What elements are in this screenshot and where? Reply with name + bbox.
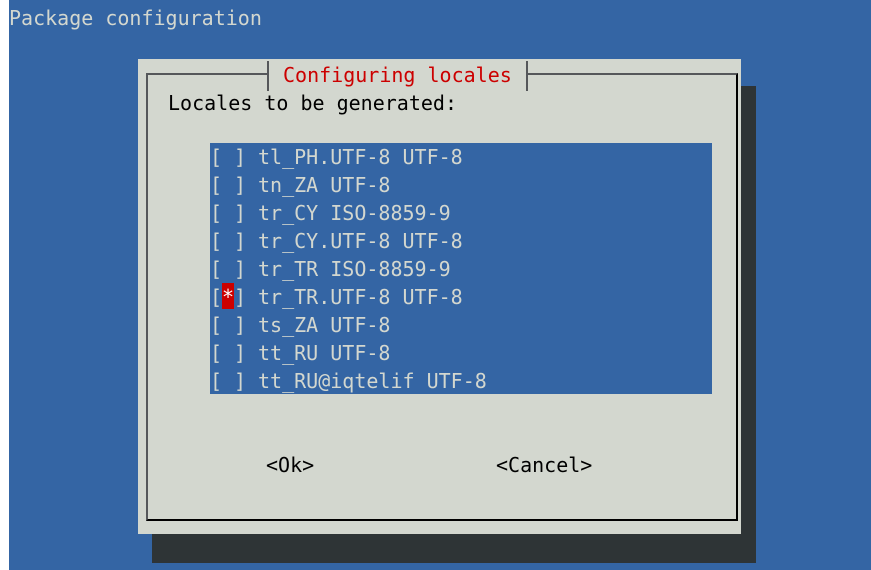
backtitle: Package configuration <box>9 6 262 30</box>
cancel-button[interactable]: <Cancel> <box>496 449 592 481</box>
checkbox-mark <box>222 171 234 197</box>
checkbox-mark <box>222 199 234 225</box>
checkbox-open-bracket: [ <box>210 341 223 365</box>
locale-label: tr_CY.UTF-8 UTF-8 <box>258 229 463 253</box>
checkbox-open-bracket: [ <box>210 145 223 169</box>
list-item[interactable]: [ ] tn_ZA UTF-8 <box>210 171 712 199</box>
locale-checkbox[interactable]: [ ] <box>210 255 258 283</box>
list-item[interactable]: [ ] tt_RU@iqtelif UTF-8 <box>210 367 712 395</box>
checkbox-mark <box>222 143 234 169</box>
locale-checkbox[interactable]: [ ] <box>210 311 258 339</box>
checkbox-gap <box>246 283 258 311</box>
locale-checkbox[interactable]: [ ] <box>210 143 258 171</box>
checkbox-open-bracket: [ <box>210 257 223 281</box>
list-item[interactable]: [ ] tl_PH.UTF-8 UTF-8 <box>210 143 712 171</box>
locale-label: tt_RU@iqtelif UTF-8 <box>258 369 487 393</box>
list-item[interactable]: [ ] tr_CY ISO-8859-9 <box>210 199 712 227</box>
checkbox-close-bracket: ] <box>234 229 247 253</box>
ok-button[interactable]: <Ok> <box>266 449 314 481</box>
locale-checklist[interactable]: [ ] tl_PH.UTF-8 UTF-8[ ] tn_ZA UTF-8[ ] tr_… <box>210 143 712 394</box>
locale-label: tr_TR ISO-8859-9 <box>258 257 451 281</box>
checkbox-mark <box>222 311 234 337</box>
checkbox-mark <box>222 255 234 281</box>
locale-checkbox[interactable]: [ ] <box>210 367 258 395</box>
checkbox-close-bracket: ] <box>234 145 247 169</box>
list-item[interactable]: [ ] tr_CY.UTF-8 UTF-8 <box>210 227 712 255</box>
checkbox-close-bracket: ] <box>234 341 247 365</box>
checkbox-close-bracket: ] <box>234 257 247 281</box>
dialog-buttons: <Ok> <Cancel> <box>138 449 741 481</box>
checkbox-gap <box>246 199 258 227</box>
locale-label: tr_CY ISO-8859-9 <box>258 201 451 225</box>
locale-label: ts_ZA UTF-8 <box>258 313 391 337</box>
locale-checkbox[interactable]: [ ] <box>210 339 258 367</box>
checkbox-gap <box>246 171 258 199</box>
locale-label: tt_RU UTF-8 <box>258 341 391 365</box>
dialog-title: Configuring locales <box>267 61 528 91</box>
checkbox-open-bracket: [ <box>210 173 223 197</box>
checkbox-open-bracket: [ <box>210 313 223 337</box>
checkbox-open-bracket: [ <box>210 201 223 225</box>
checkbox-gap <box>246 255 258 283</box>
checkbox-close-bracket: ] <box>234 285 247 309</box>
list-item[interactable]: [ ] ts_ZA UTF-8 <box>210 311 712 339</box>
dialog-prompt: Locales to be generated: <box>168 91 457 115</box>
checkbox-open-bracket: [ <box>210 229 223 253</box>
list-item[interactable]: [*] tr_TR.UTF-8 UTF-8 <box>210 283 712 311</box>
terminal-screen: Package configuration Configuring locale… <box>9 0 871 570</box>
checkbox-gap <box>246 227 258 255</box>
checkbox-open-bracket: [ <box>210 369 223 393</box>
locale-label: tn_ZA UTF-8 <box>258 173 391 197</box>
locale-checkbox[interactable]: [ ] <box>210 171 258 199</box>
locale-checkbox[interactable]: [ ] <box>210 199 258 227</box>
checkbox-gap <box>246 311 258 339</box>
checkbox-gap <box>246 339 258 367</box>
checkbox-mark <box>222 227 234 253</box>
checkbox-close-bracket: ] <box>234 201 247 225</box>
configuring-locales-dialog: Configuring locales Locales to be genera… <box>138 59 741 534</box>
checkbox-close-bracket: ] <box>234 173 247 197</box>
checkbox-close-bracket: ] <box>234 369 247 393</box>
list-item[interactable]: [ ] tt_RU UTF-8 <box>210 339 712 367</box>
locale-label: tl_PH.UTF-8 UTF-8 <box>258 145 463 169</box>
checkbox-close-bracket: ] <box>234 313 247 337</box>
checkbox-gap <box>246 367 258 395</box>
locale-label: tr_TR.UTF-8 UTF-8 <box>258 285 463 309</box>
checkbox-mark <box>222 339 234 365</box>
list-item[interactable]: [ ] tr_TR ISO-8859-9 <box>210 255 712 283</box>
locale-checkbox[interactable]: [ ] <box>210 227 258 255</box>
locale-checkbox[interactable]: [*] <box>210 283 258 311</box>
checkbox-mark: * <box>222 283 235 309</box>
checkbox-open-bracket: [ <box>210 285 223 309</box>
checkbox-mark <box>222 367 234 393</box>
checkbox-gap <box>246 143 258 171</box>
